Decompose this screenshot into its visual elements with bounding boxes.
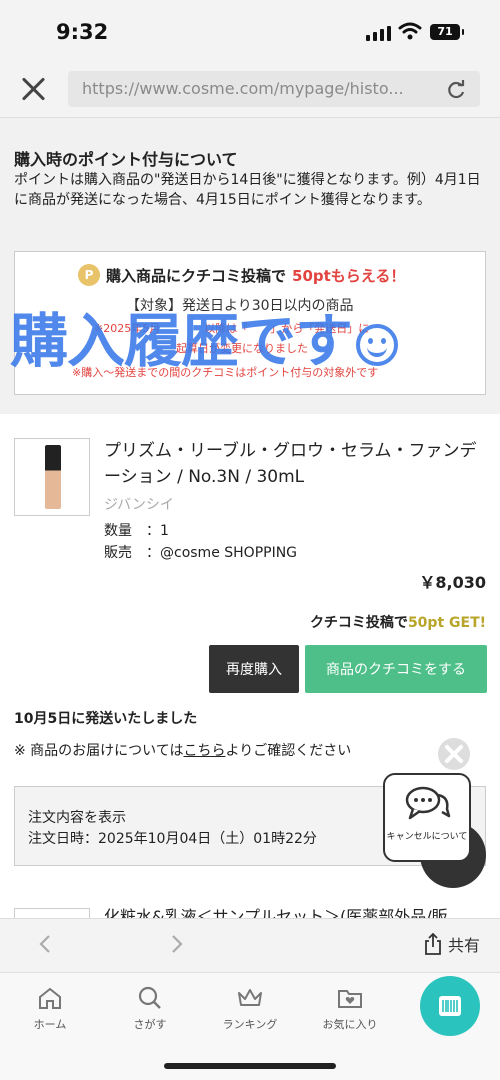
- points-info-title: 購入時のポイント付与について: [14, 150, 238, 169]
- product-image[interactable]: [14, 438, 90, 516]
- foundation-bottle-icon: [45, 445, 61, 509]
- tab-home[interactable]: ホーム: [10, 986, 90, 1032]
- tab-search[interactable]: さがす: [110, 986, 190, 1032]
- order-date: 注文日時：2025年10月04日（土）01時22分: [28, 831, 317, 847]
- home-icon: [39, 987, 61, 1009]
- review-points-note: クチコミ投稿で50pt GET!: [310, 612, 486, 632]
- tab-favorites[interactable]: お気に入り: [310, 986, 390, 1032]
- next-product-name[interactable]: 化粧水&乳液＜サンプルセット＞(医薬部外品/販: [104, 903, 448, 919]
- delivery-info-link[interactable]: こちら: [183, 743, 225, 759]
- overlay-annotation: 購入履歴です: [10, 294, 399, 378]
- overlay-annotation-text: 購入履歴です: [10, 307, 353, 375]
- cancel-info-label: キャンセルについて: [386, 832, 468, 842]
- shopping-cart-button[interactable]: [420, 976, 480, 1036]
- point-coin-icon: P: [78, 264, 100, 286]
- signal-icon: [366, 26, 391, 41]
- review-points-amount: 50pt GET!: [407, 615, 486, 631]
- share-icon: [425, 933, 441, 955]
- product-price: ￥8,030: [419, 573, 486, 592]
- dismiss-icon[interactable]: [438, 738, 470, 770]
- promo-heading-highlight: 50ptもらえる！: [292, 266, 406, 285]
- wifi-icon: [398, 22, 422, 40]
- product-seller: 販売 ：@cosme SHOPPING: [104, 545, 298, 561]
- barcode-icon: [439, 996, 461, 1016]
- view-order-link[interactable]: 注文内容を表示: [28, 807, 126, 827]
- tab-label: ランキング: [222, 1018, 278, 1031]
- back-icon[interactable]: [36, 934, 56, 954]
- delivery-note-prefix: ※ 商品のお届けについては: [14, 743, 184, 759]
- battery-icon: 71: [430, 24, 464, 40]
- forward-icon[interactable]: [166, 934, 186, 954]
- share-button[interactable]: 共有: [424, 932, 480, 956]
- product-name[interactable]: プリズム・リーブル・グロウ・セラム・ファンデーション / No.3N / 30m…: [104, 438, 488, 490]
- write-review-button[interactable]: 商品のクチコミをする: [305, 645, 487, 693]
- favorite-folder-icon: [338, 990, 362, 1008]
- shipping-status: 10月5日に発送いたしました: [14, 711, 198, 727]
- tab-ranking[interactable]: ランキング: [210, 986, 290, 1032]
- product-brand: ジバンシイ: [104, 497, 174, 513]
- delivery-note: ※ 商品のお届けについてはこちらよりご確認ください: [14, 740, 351, 760]
- review-points-prefix: クチコミ投稿で: [309, 615, 408, 631]
- smiley-icon: [356, 323, 399, 366]
- close-icon[interactable]: [18, 74, 48, 104]
- promo-heading-text: 購入商品にクチコミ投稿で: [106, 266, 287, 285]
- promo-heading: P 購入商品にクチコミ投稿で 50ptもらえる！: [78, 264, 405, 286]
- product-quantity: 数量 ：1: [104, 523, 169, 539]
- delivery-note-suffix: よりご確認ください: [225, 743, 352, 759]
- reorder-button[interactable]: 再度購入: [209, 645, 299, 693]
- share-label: 共有: [448, 936, 481, 955]
- crown-icon: [238, 989, 262, 1006]
- tab-label: お気に入り: [322, 1018, 378, 1031]
- tab-label: ホーム: [33, 1018, 67, 1031]
- tab-label: さがす: [133, 1018, 167, 1031]
- reload-icon[interactable]: [446, 80, 466, 100]
- points-info-body: ポイントは購入商品の"発送日から14日後"に獲得となります。例）4月1日に商品が…: [14, 172, 481, 208]
- cancel-info-button[interactable]: キャンセルについて: [383, 773, 471, 862]
- chat-bubble-icon: [405, 786, 451, 820]
- url-field[interactable]: https://www.cosme.com/mypage/histo...: [68, 71, 480, 107]
- home-indicator: [164, 1063, 336, 1069]
- browser-url-bar: https://www.cosme.com/mypage/histo...: [0, 62, 500, 118]
- status-time: 9:32: [56, 20, 109, 44]
- search-icon: [138, 986, 161, 1009]
